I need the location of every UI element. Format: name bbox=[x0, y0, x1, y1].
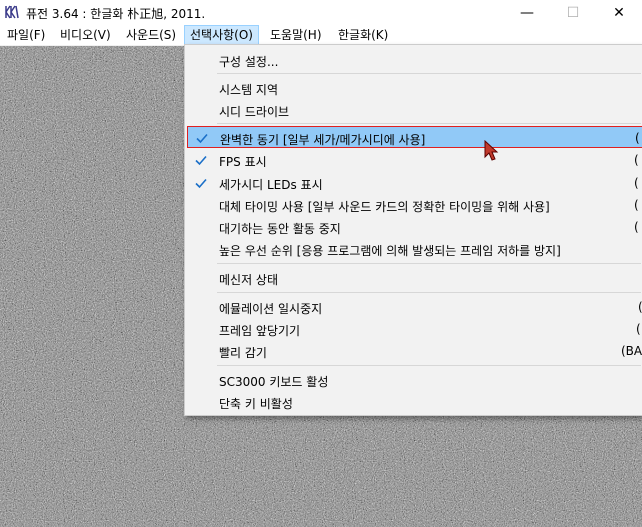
menu-item-pause-emulation[interactable]: 에뮬레이션 일시중지 ( bbox=[187, 296, 642, 318]
menu-item-label: 대기하는 동안 활동 중지 bbox=[219, 222, 341, 236]
menu-video[interactable]: 비디오(V) bbox=[55, 25, 116, 45]
menu-item-shortcut: (BAC bbox=[621, 344, 642, 358]
window-title: 퓨전 3.64 : 한글화 朴正旭, 2011. bbox=[26, 7, 206, 21]
menu-item-messenger-status[interactable]: 메신저 상태 bbox=[187, 267, 642, 289]
menu-item-fast-forward[interactable]: 빨리 감기 (BAC bbox=[187, 340, 642, 362]
menu-item-perfect-sync[interactable]: 완벽한 동기 [일부 세가/메가시디에 사용] ( bbox=[187, 126, 642, 148]
menu-item-shortcut: ( bbox=[636, 322, 641, 336]
checkmark-icon bbox=[196, 133, 208, 144]
maximize-icon: ☐ bbox=[566, 4, 580, 21]
menu-item-shortcut: ( bbox=[634, 220, 639, 234]
menu-item-label: FPS 표시 bbox=[219, 155, 267, 169]
menu-separator bbox=[217, 73, 641, 74]
menu-bar: 파일(F) 비디오(V) 사운드(S) 선택사항(O) 도움말(H) 한글화(K… bbox=[0, 25, 642, 46]
menu-item-shortcut: ( bbox=[634, 176, 639, 190]
menu-item-label: SC3000 키보드 활성 bbox=[219, 375, 329, 389]
menu-options[interactable]: 선택사항(O) bbox=[184, 25, 259, 45]
checkmark-icon bbox=[195, 178, 207, 189]
menu-item-config[interactable]: 구성 설정... bbox=[187, 49, 642, 71]
menu-item-label: 메신저 상태 bbox=[219, 273, 279, 287]
menu-item-frame-advance[interactable]: 프레임 앞당기기 ( bbox=[187, 318, 642, 340]
menu-help[interactable]: 도움말(H) bbox=[265, 25, 327, 45]
menu-sound[interactable]: 사운드(S) bbox=[121, 25, 181, 45]
menu-item-cd-drive[interactable]: 시디 드라이브 bbox=[187, 99, 642, 121]
menu-item-label: 구성 설정... bbox=[219, 55, 279, 69]
menu-file[interactable]: 파일(F) bbox=[2, 25, 50, 45]
menu-separator bbox=[217, 365, 641, 366]
maximize-button[interactable]: ☐ bbox=[550, 0, 596, 25]
menu-separator bbox=[217, 263, 641, 264]
menu-item-sc3000-keyboard[interactable]: SC3000 키보드 활성 bbox=[187, 369, 642, 391]
menu-separator bbox=[217, 123, 641, 124]
menu-item-label: 에뮬레이션 일시중지 bbox=[219, 302, 323, 316]
close-button[interactable]: ✕ bbox=[596, 0, 642, 25]
menu-item-segacd-leds[interactable]: 세가시디 LEDs 표시 ( bbox=[187, 172, 642, 194]
menu-item-system-region[interactable]: 시스템 지역 bbox=[187, 77, 642, 99]
menu-item-idle-pause[interactable]: 대기하는 동안 활동 중지 ( bbox=[187, 216, 642, 238]
menu-item-label: 시디 드라이브 bbox=[219, 105, 290, 119]
minimize-icon: — bbox=[520, 4, 534, 21]
menu-item-high-priority[interactable]: 높은 우선 순위 [응용 프로그램에 의해 발생되는 프레임 저하를 방지] bbox=[187, 238, 642, 260]
menu-item-alt-timing[interactable]: 대체 타이밍 사용 [일부 사운드 카드의 정확한 타이밍을 위해 사용] ( bbox=[187, 194, 642, 216]
close-icon: ✕ bbox=[613, 4, 625, 21]
minimize-button[interactable]: — bbox=[504, 0, 550, 25]
menu-item-label: 빨리 감기 bbox=[219, 346, 267, 360]
app-icon bbox=[4, 4, 20, 20]
menu-item-shortcut: ( bbox=[634, 153, 639, 167]
menu-item-fps[interactable]: FPS 표시 ( bbox=[187, 149, 642, 171]
menu-separator bbox=[217, 292, 641, 293]
menu-item-shortcut: ( bbox=[635, 131, 640, 145]
menu-item-label: 단축 키 비활성 bbox=[219, 397, 293, 411]
menu-item-shortcut: ( bbox=[638, 300, 642, 314]
menu-item-label: 시스템 지역 bbox=[219, 83, 279, 97]
menu-item-shortcut: ( bbox=[634, 198, 639, 212]
menu-korean[interactable]: 한글화(K) bbox=[333, 25, 393, 45]
checkmark-icon bbox=[195, 155, 207, 166]
title-bar: 퓨전 3.64 : 한글화 朴正旭, 2011. — ☐ ✕ bbox=[0, 0, 642, 25]
menu-item-label: 세가시디 LEDs 표시 bbox=[219, 178, 323, 192]
menu-item-label: 대체 타이밍 사용 [일부 사운드 카드의 정확한 타이밍을 위해 사용] bbox=[219, 200, 550, 214]
menu-item-disable-hotkeys[interactable]: 단축 키 비활성 bbox=[187, 391, 642, 413]
options-dropdown-menu: 구성 설정... 시스템 지역 시디 드라이브 완벽한 동기 [일부 세가/메가… bbox=[184, 44, 642, 416]
menu-item-label: 프레임 앞당기기 bbox=[219, 324, 301, 338]
mouse-cursor-icon bbox=[484, 140, 499, 161]
menu-item-label: 완벽한 동기 [일부 세가/메가시디에 사용] bbox=[220, 133, 426, 147]
menu-item-label: 높은 우선 순위 [응용 프로그램에 의해 발생되는 프레임 저하를 방지] bbox=[219, 244, 561, 258]
